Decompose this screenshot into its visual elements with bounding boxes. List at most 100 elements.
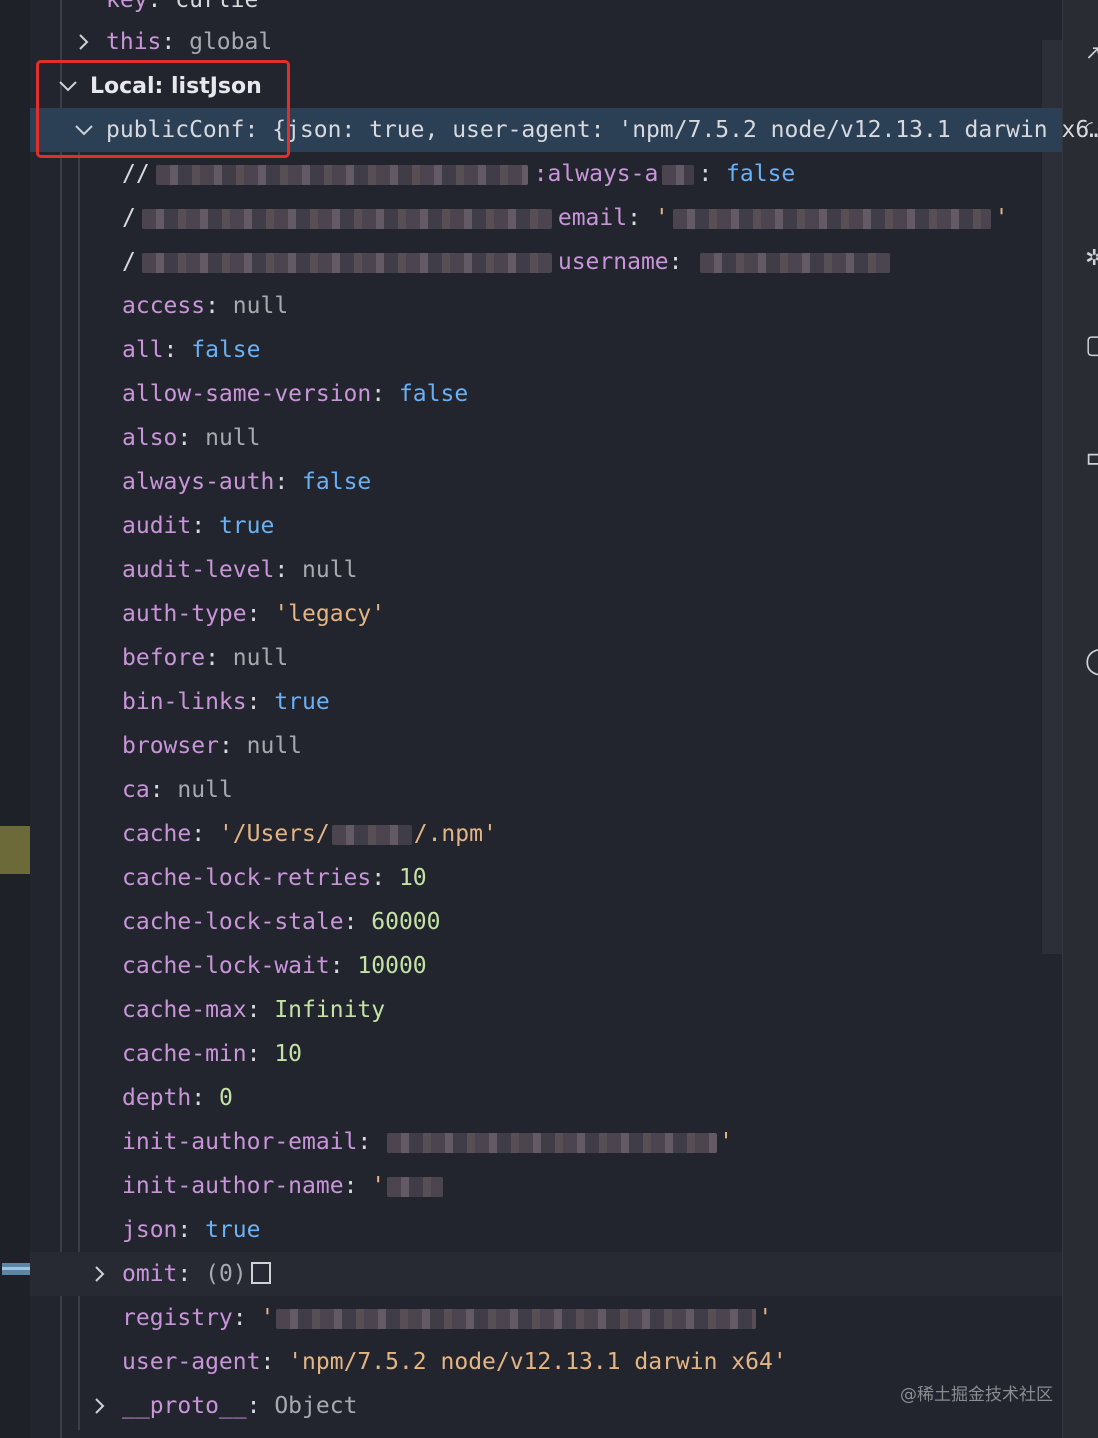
tree-row-property[interactable]: always-auth: false — [30, 460, 1062, 504]
tree-row-property[interactable]: cache-lock-retries: 10 — [30, 856, 1062, 900]
property-key: key — [106, 0, 148, 13]
property-value: null — [177, 777, 233, 803]
tree-row-property[interactable]: bin-links: true — [30, 680, 1062, 724]
tree-row-property[interactable]: init-author-name: ' — [30, 1164, 1062, 1208]
tree-row-property[interactable]: auth-type: 'legacy' — [30, 592, 1062, 636]
property-value: 60000 — [371, 909, 441, 935]
property-value-tail: ' — [719, 1129, 733, 1155]
property-value: ' — [654, 205, 669, 231]
tree-row-redacted[interactable]: //:always-a: false — [30, 152, 1062, 196]
property-key: init-author-email — [122, 1129, 358, 1155]
debug-icon[interactable]: ✲ — [1085, 246, 1098, 271]
property-key: audit — [122, 513, 192, 539]
property-key: cache-max — [122, 997, 247, 1023]
property-value: null — [232, 293, 289, 319]
property-value: false — [302, 469, 372, 495]
tree-row-property[interactable]: audit: true — [30, 504, 1062, 548]
tree-row-property[interactable]: cache-max: Infinity — [30, 988, 1062, 1032]
property-value: 'legacy' — [274, 601, 386, 627]
redacted-text — [276, 1308, 757, 1329]
tree-row-property[interactable]: json: true — [30, 1208, 1062, 1252]
panel-icon[interactable]: ▭ — [1085, 440, 1098, 475]
tree-row-property[interactable]: cache: '/Users//.npm' — [30, 812, 1062, 856]
tree-row-property[interactable]: allow-same-version: false — [30, 372, 1062, 416]
property-key: init-author-name — [122, 1173, 344, 1199]
window-icon[interactable]: ▢ — [1085, 330, 1098, 360]
redacted-text — [141, 252, 552, 273]
annotation-highlight-box — [36, 60, 290, 158]
breakpoint-marker — [0, 826, 30, 874]
more-icon[interactable]: ⋮ — [1091, 540, 1098, 564]
property-key: all — [122, 337, 164, 363]
property-key: browser — [122, 733, 219, 759]
property-value: 10000 — [357, 953, 427, 979]
property-key: __proto__ — [122, 1393, 247, 1419]
arrow-icon[interactable]: ↗ — [1085, 40, 1098, 64]
property-key: before — [122, 645, 206, 671]
property-value: 10 — [398, 865, 427, 891]
property-key: cache-min — [122, 1041, 247, 1067]
tree-row-property[interactable]: all: false — [30, 328, 1062, 372]
object-preview: {json: true, user-agent: 'npm/7.5.2 node… — [272, 117, 1098, 143]
property-key: auth-type — [122, 601, 247, 627]
property-value: 'npm/7.5.2 node/v12.13.1 darwin x64' — [288, 1349, 787, 1375]
property-key: audit-level — [122, 557, 275, 583]
tree-row[interactable]: key: curlie — [30, 0, 1062, 22]
tree-row-user-agent[interactable]: user-agent: 'npm/7.5.2 node/v12.13.1 dar… — [30, 1340, 1062, 1384]
tree-row-property[interactable]: depth: 0 — [30, 1076, 1062, 1120]
property-value: true — [218, 513, 275, 539]
redacted-text — [331, 824, 412, 845]
property-key: this — [106, 29, 162, 55]
property-key: bin-links — [122, 689, 247, 715]
tree-row-this[interactable]: this: global — [30, 20, 1062, 64]
account-icon[interactable]: ◯ — [1085, 646, 1098, 676]
property-key: :always-a — [533, 161, 659, 187]
property-key: access — [122, 293, 206, 319]
property-key: also — [122, 425, 178, 451]
property-key: cache-lock-retries — [122, 865, 372, 891]
property-key: user-agent — [122, 1349, 261, 1375]
property-value: curlie — [175, 0, 259, 13]
property-key: email — [557, 205, 628, 231]
property-key: always-auth — [122, 469, 275, 495]
tree-row-property[interactable]: also: null — [30, 416, 1062, 460]
property-value: '/Users/ — [218, 821, 330, 847]
property-value: false — [398, 381, 469, 407]
tree-row-property[interactable]: cache-min: 10 — [30, 1032, 1062, 1076]
chevron-right-icon[interactable] — [90, 1252, 112, 1296]
property-value: true — [274, 689, 330, 715]
tree-row-property[interactable]: cache-lock-stale: 60000 — [30, 900, 1062, 944]
redacted-text — [387, 1176, 444, 1197]
property-value: Infinity — [274, 997, 386, 1023]
tree-row-omit[interactable]: omit: (0) — [30, 1252, 1062, 1296]
tree-row-property[interactable]: before: null — [30, 636, 1062, 680]
property-value: ' — [260, 1305, 275, 1331]
tree-row-property[interactable]: cache-lock-wait: 10000 — [30, 944, 1062, 988]
tree-row-property[interactable]: audit-level: null — [30, 548, 1062, 592]
property-key: allow-same-version — [122, 381, 372, 407]
property-key: depth — [122, 1085, 192, 1111]
tree-row-registry[interactable]: registry: ' ' — [30, 1296, 1062, 1340]
property-key: ca — [122, 777, 150, 803]
tree-row-property[interactable]: access: null — [30, 284, 1062, 328]
redacted-text — [700, 252, 891, 273]
redacted-text — [155, 164, 528, 185]
property-value: Object — [274, 1393, 358, 1419]
property-value: null — [302, 557, 358, 583]
property-key: cache — [122, 821, 192, 847]
tree-row-redacted[interactable]: / email: ' ' — [30, 196, 1062, 240]
tree-row-property[interactable]: browser: null — [30, 724, 1062, 768]
array-icon — [250, 1262, 271, 1284]
property-value: null — [246, 733, 303, 759]
property-value-tail: /.npm' — [413, 821, 497, 847]
tree-row-property[interactable]: ca: null — [30, 768, 1062, 812]
tree-row-property[interactable]: init-author-email: ' — [30, 1120, 1062, 1164]
property-value: true — [205, 1217, 261, 1243]
property-value: false — [726, 161, 796, 187]
property-value: null — [232, 645, 289, 671]
property-value: 0 — [218, 1085, 233, 1111]
tree-row-redacted[interactable]: / username: — [30, 240, 1062, 284]
redacted-text — [672, 208, 991, 229]
chevron-right-icon[interactable] — [74, 20, 96, 64]
chevron-right-icon[interactable] — [90, 1384, 112, 1428]
